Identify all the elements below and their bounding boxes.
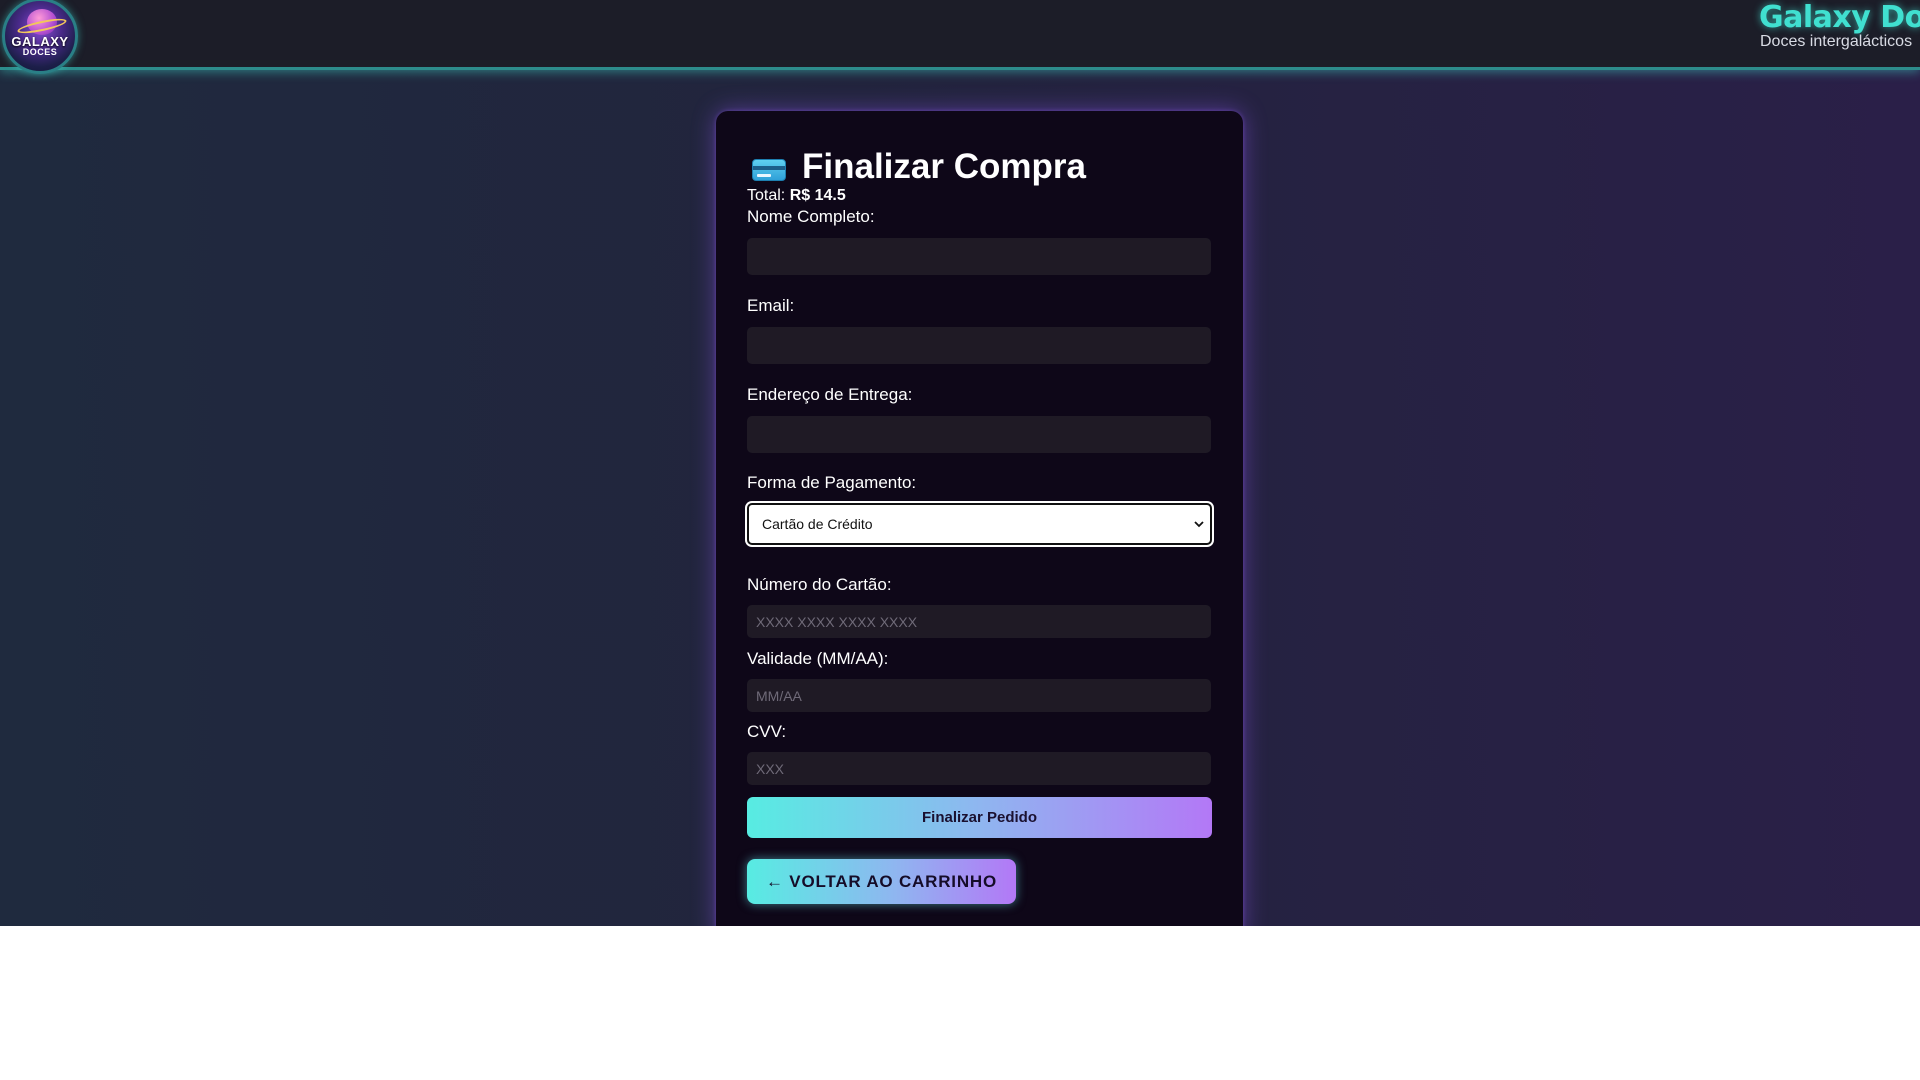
expiry-field[interactable]: MM/AA (747, 679, 1211, 712)
expiry-label: Validade (MM/AA): (747, 649, 889, 668)
cvv-placeholder: XXX (756, 760, 785, 777)
payment-method-value: Cartão de Crédito (762, 516, 873, 532)
app-background: GALAXY DOCES Galaxy Doc Doces intergalác… (0, 0, 1920, 926)
card-number-field[interactable]: XXXX XXXX XXXX XXXX (747, 605, 1211, 638)
galaxy-doces-logo[interactable]: GALAXY DOCES (2, 0, 78, 74)
site-header: GALAXY DOCES Galaxy Doc Doces intergalác… (0, 0, 1920, 74)
name-label: Nome Completo: (747, 207, 875, 226)
payment-label: Forma de Pagamento: (747, 473, 917, 492)
email-field[interactable] (747, 327, 1211, 364)
finalize-order-button[interactable]: Finalizar Pedido (747, 797, 1212, 838)
back-to-cart-button[interactable]: ← VOLTAR AO CARRINHO (747, 859, 1016, 904)
back-to-cart-label: ← VOLTAR AO CARRINHO (765, 871, 997, 891)
total-value: R$ 14.5 (789, 187, 846, 204)
card-number-placeholder: XXXX XXXX XXXX XXXX (756, 613, 918, 630)
email-label: Email: (747, 296, 795, 315)
name-field[interactable] (747, 238, 1211, 275)
brand-title: Galaxy Doc (1759, 0, 1920, 35)
finalize-order-label: Finalizar Pedido (921, 809, 1038, 826)
chevron-down-icon (1194, 521, 1204, 528)
credit-card-icon (752, 159, 786, 181)
cvv-label: CVV: (747, 722, 787, 741)
order-total: Total: R$ 14.5 (747, 187, 846, 205)
payment-method-select[interactable]: Cartão de Crédito (747, 503, 1212, 545)
cvv-field[interactable]: XXX (747, 752, 1211, 785)
total-label: Total: (747, 187, 786, 204)
brand-subtitle: Doces intergalácticos (1760, 33, 1913, 50)
expiry-placeholder: MM/AA (756, 687, 802, 704)
logo-text-line2: DOCES (22, 47, 58, 57)
page-title: Finalizar Compra (802, 147, 1086, 186)
address-field[interactable] (747, 416, 1211, 453)
address-label: Endereço de Entrega: (747, 385, 913, 404)
card-number-label: Número do Cartão: (747, 575, 892, 594)
checkout-card: Finalizar Compra Total: R$ 14.5 Nome Com… (716, 111, 1243, 926)
